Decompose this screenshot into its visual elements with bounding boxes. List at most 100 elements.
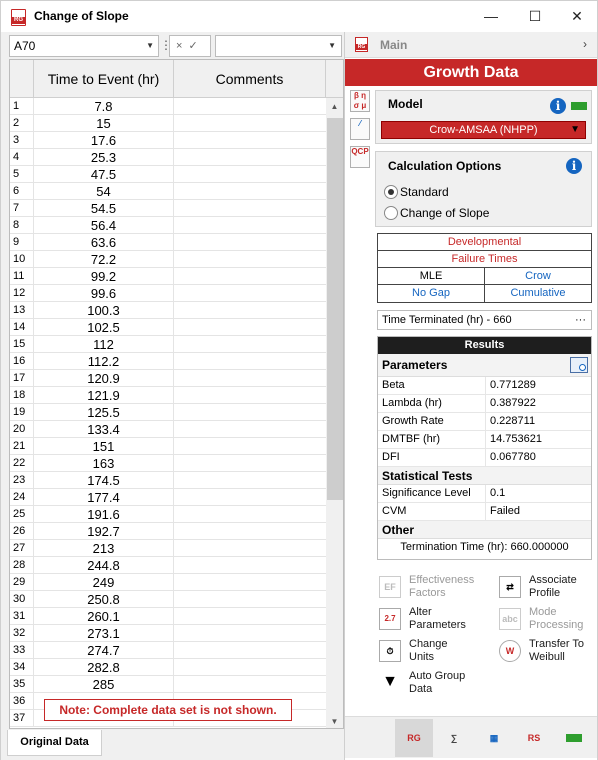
time-to-event-cell[interactable]: 177.4 (34, 489, 174, 506)
row-number[interactable]: 35 (10, 676, 34, 693)
table-row[interactable]: 11 99.2 (10, 268, 326, 285)
row-number[interactable]: 10 (10, 251, 34, 268)
table-row[interactable]: 2 15 (10, 115, 326, 132)
maximize-button[interactable]: ☐ (520, 5, 550, 27)
time-to-event-cell[interactable]: 7.8 (34, 98, 174, 115)
time-to-event-cell[interactable]: 17.6 (34, 132, 174, 149)
table-row[interactable]: 13 100.3 (10, 302, 326, 319)
time-to-event-cell[interactable]: 15 (34, 115, 174, 132)
time-to-event-cell[interactable]: 285 (34, 676, 174, 693)
time-to-event-cell[interactable]: 244.8 (34, 557, 174, 574)
rs-logo-icon[interactable]: RS (515, 719, 553, 757)
row-number[interactable]: 15 (10, 336, 34, 353)
row-number[interactable]: 19 (10, 404, 34, 421)
time-to-event-cell[interactable]: 54.5 (34, 200, 174, 217)
accept-edit-button[interactable]: ✓ (188, 40, 203, 52)
table-row[interactable]: 21 151 (10, 438, 326, 455)
view-results-icon[interactable] (570, 357, 588, 373)
table-row[interactable]: 34 282.8 (10, 659, 326, 676)
row-number[interactable]: 37 (10, 710, 34, 727)
time-to-event-cell[interactable]: 274.7 (34, 642, 174, 659)
change-units-action[interactable]: ⏱ Change Units (379, 638, 509, 668)
time-to-event-cell[interactable]: 99.6 (34, 285, 174, 302)
vertical-scrollbar[interactable]: ▲ ▼ (326, 98, 343, 728)
row-number[interactable]: 22 (10, 455, 34, 472)
table-row[interactable]: 32 273.1 (10, 625, 326, 642)
option-mle[interactable]: MLE (378, 268, 484, 284)
effectiveness-factors-action[interactable]: EF Effectiveness Factors (379, 574, 509, 604)
corner-header[interactable] (10, 60, 34, 98)
time-to-event-cell[interactable]: 174.5 (34, 472, 174, 489)
row-number[interactable]: 31 (10, 608, 34, 625)
time-to-event-cell[interactable]: 99.2 (34, 268, 174, 285)
table-row[interactable]: 27 213 (10, 540, 326, 557)
table-row[interactable]: 20 133.4 (10, 421, 326, 438)
column-header-comments[interactable]: Comments (174, 60, 326, 98)
table-row[interactable]: 30 250.8 (10, 591, 326, 608)
time-to-event-cell[interactable]: 213 (34, 540, 174, 557)
row-number[interactable]: 27 (10, 540, 34, 557)
row-number[interactable]: 2 (10, 115, 34, 132)
cell-reference-box[interactable]: A70 ▼ (9, 35, 159, 57)
row-number[interactable]: 30 (10, 591, 34, 608)
table-row[interactable]: 33 274.7 (10, 642, 326, 659)
time-to-event-cell[interactable]: 54 (34, 183, 174, 200)
radio-change-of-slope-label[interactable]: Change of Slope (400, 206, 489, 220)
row-number[interactable]: 11 (10, 268, 34, 285)
calendar-icon[interactable]: ▦ (475, 719, 513, 757)
row-number[interactable]: 18 (10, 387, 34, 404)
table-row[interactable]: 31 260.1 (10, 608, 326, 625)
scroll-up-icon[interactable]: ▲ (326, 98, 343, 115)
minimize-button[interactable]: — (476, 5, 506, 27)
scrollbar-thumb[interactable] (327, 118, 343, 500)
table-row[interactable]: 15 112 (10, 336, 326, 353)
table-row[interactable]: 9 63.6 (10, 234, 326, 251)
option-crow[interactable]: Crow (484, 268, 591, 284)
time-to-event-cell[interactable]: 282.8 (34, 659, 174, 676)
table-row[interactable]: 19 125.5 (10, 404, 326, 421)
time-to-event-cell[interactable]: 151 (34, 438, 174, 455)
formula-input[interactable]: ▼ (215, 35, 342, 57)
row-number[interactable]: 28 (10, 557, 34, 574)
table-row[interactable]: 35 285 (10, 676, 326, 693)
row-number[interactable]: 17 (10, 370, 34, 387)
table-row[interactable]: 3 17.6 (10, 132, 326, 149)
table-row[interactable]: 16 112.2 (10, 353, 326, 370)
row-number[interactable]: 29 (10, 574, 34, 591)
qcp-icon[interactable]: QCP (350, 146, 370, 168)
time-to-event-cell[interactable]: 56.4 (34, 217, 174, 234)
table-row[interactable]: 14 102.5 (10, 319, 326, 336)
row-number[interactable]: 24 (10, 489, 34, 506)
time-to-event-cell[interactable]: 100.3 (34, 302, 174, 319)
row-number[interactable]: 25 (10, 506, 34, 523)
close-button[interactable]: ✕ (562, 5, 592, 27)
time-to-event-cell[interactable]: 63.6 (34, 234, 174, 251)
table-row[interactable]: 4 25.3 (10, 149, 326, 166)
row-number[interactable]: 20 (10, 421, 34, 438)
row-number[interactable]: 8 (10, 217, 34, 234)
row-number[interactable]: 36 (10, 693, 34, 710)
row-number[interactable]: 9 (10, 234, 34, 251)
table-row[interactable]: 26 192.7 (10, 523, 326, 540)
table-row[interactable]: 7 54.5 (10, 200, 326, 217)
info-icon[interactable]: i (550, 98, 566, 114)
model-dropdown[interactable]: Crow-AMSAA (NHPP) ▼ (381, 121, 586, 139)
table-row[interactable]: 25 191.6 (10, 506, 326, 523)
option-failure-times[interactable]: Failure Times (378, 251, 591, 267)
rg-tab-icon[interactable]: RG (395, 719, 433, 757)
row-number[interactable]: 7 (10, 200, 34, 217)
associate-profile-action[interactable]: ⇄ Associate Profile (499, 574, 598, 604)
time-to-event-cell[interactable]: 125.5 (34, 404, 174, 421)
table-row[interactable]: 10 72.2 (10, 251, 326, 268)
table-row[interactable]: 1 7.8 (10, 98, 326, 115)
time-to-event-cell[interactable]: 192.7 (34, 523, 174, 540)
table-row[interactable]: 18 121.9 (10, 387, 326, 404)
time-to-event-cell[interactable]: 47.5 (34, 166, 174, 183)
calculator-icon[interactable]: ∑ (435, 719, 473, 757)
time-to-event-cell[interactable]: 112 (34, 336, 174, 353)
table-row[interactable]: 5 47.5 (10, 166, 326, 183)
info-icon[interactable]: i (566, 158, 582, 174)
time-to-event-cell[interactable]: 25.3 (34, 149, 174, 166)
chevron-down-icon[interactable]: ▼ (570, 122, 580, 138)
option-cumulative[interactable]: Cumulative (484, 285, 591, 302)
